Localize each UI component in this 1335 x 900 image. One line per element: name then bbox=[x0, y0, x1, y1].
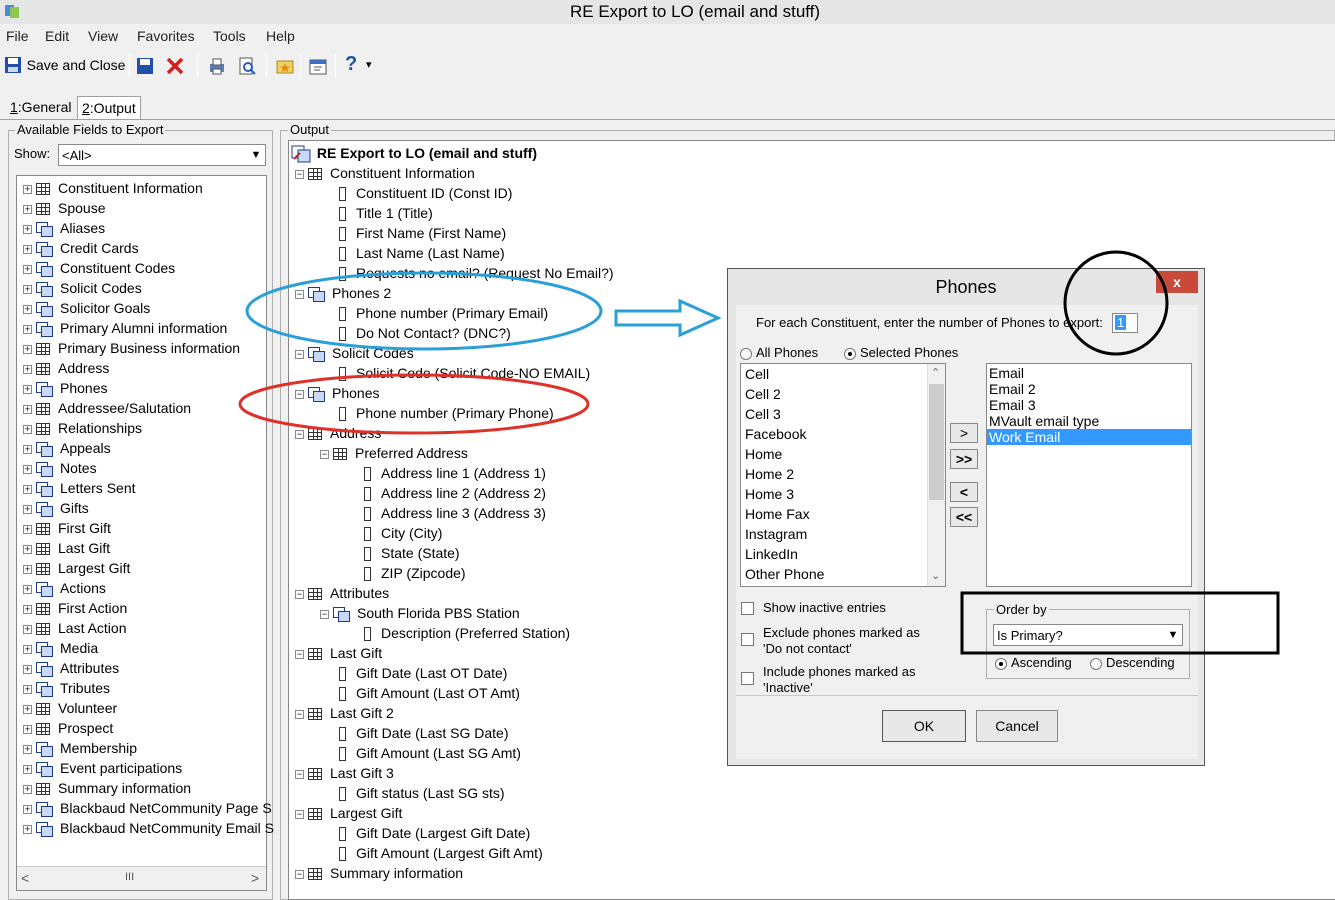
black-annotation-circle bbox=[1063, 250, 1169, 356]
black-annotation-rectangle bbox=[960, 591, 1280, 655]
annotation-overlay-dialog bbox=[960, 250, 1280, 655]
